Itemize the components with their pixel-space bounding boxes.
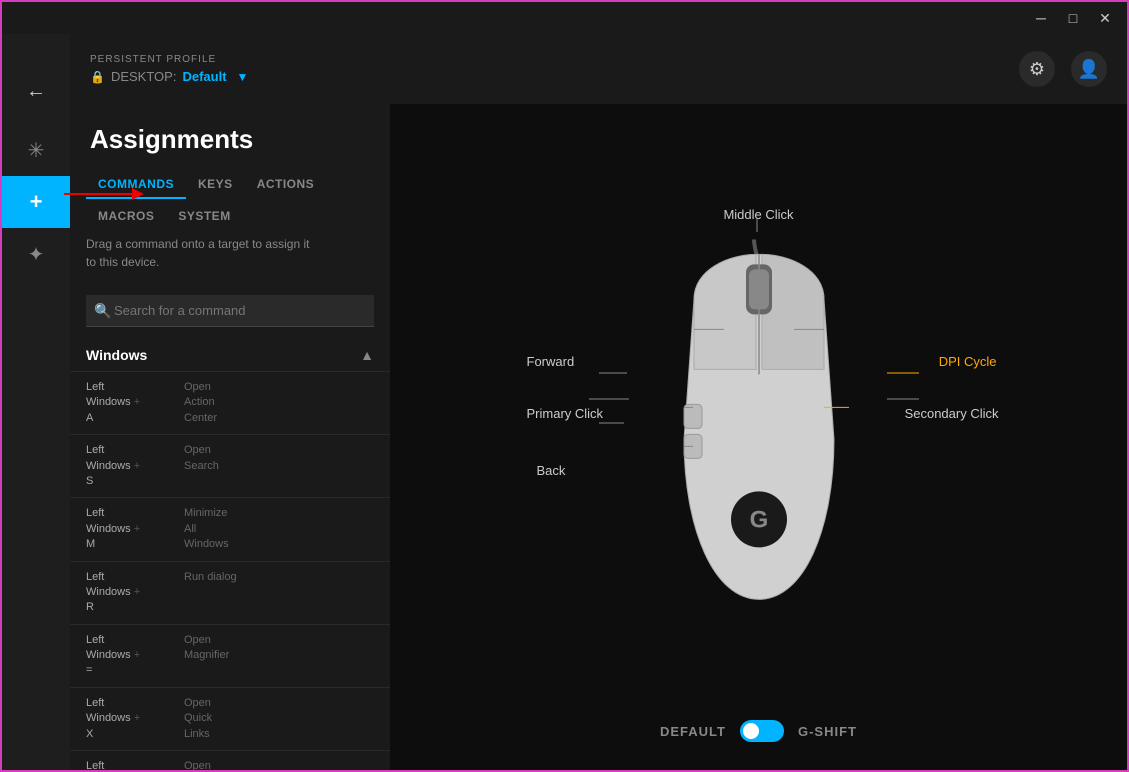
toggle-knob (743, 723, 759, 739)
sidebar-item-assignments[interactable]: + (2, 176, 70, 228)
red-arrow-indicator (64, 186, 144, 202)
desktop-selector[interactable]: 🔒 DESKTOP: Default ▼ (90, 69, 248, 84)
list-item[interactable]: LeftWindows += OpenMagnifier (70, 624, 390, 687)
windows-section-header[interactable]: Windows ▲ (70, 339, 390, 371)
forward-label: Forward (527, 354, 575, 369)
mouse-svg: G (649, 239, 869, 619)
search-icon: 🔍 (94, 303, 111, 320)
desktop-prefix-label: DESKTOP: (111, 69, 177, 84)
sidebar-item-lighting[interactable]: ✳ (2, 124, 70, 176)
command-key: LeftWindows +M (86, 506, 176, 552)
command-action: OpenSearch (184, 443, 374, 474)
list-item[interactable]: LeftWindows +S OpenSearch (70, 434, 390, 497)
lock-icon: 🔒 (90, 70, 105, 84)
persistent-profile-label: PERSISTENT PROFILE (90, 54, 248, 65)
command-action: OpenWindowsGame Bar (184, 759, 374, 770)
list-item[interactable]: LeftWindows +X OpenQuickLinks (70, 687, 390, 750)
list-item[interactable]: LeftWindows +G OpenWindowsGame Bar (70, 750, 390, 770)
close-button[interactable]: ✕ (1091, 6, 1119, 30)
command-key: LeftWindows +S (86, 443, 176, 489)
list-item[interactable]: LeftWindows +R Run dialog (70, 561, 390, 624)
mode-toggle: DEFAULT G-SHIFT (660, 720, 857, 742)
command-action: Run dialog (184, 570, 374, 585)
maximize-button[interactable]: □ (1059, 6, 1087, 30)
command-action: OpenMagnifier (184, 633, 374, 664)
right-panel: Middle Click Primary Click Secondary Cli… (390, 104, 1127, 770)
command-key: LeftWindows += (86, 633, 176, 679)
left-panel: Assignments COMMANDS KEYS ACTIONS MACROS… (70, 104, 390, 770)
command-action: OpenActionCenter (184, 380, 374, 426)
header-profile-info: PERSISTENT PROFILE 🔒 DESKTOP: Default ▼ (90, 54, 248, 84)
section-collapse-icon: ▲ (360, 347, 374, 363)
mode-toggle-switch[interactable] (740, 720, 784, 742)
sidebar-item-performance[interactable]: ✦ (2, 228, 70, 280)
header-actions: ⚙ 👤 (1019, 51, 1107, 87)
search-input[interactable] (86, 295, 374, 327)
command-key: LeftWindows +G (86, 759, 176, 770)
tab-actions[interactable]: ACTIONS (245, 171, 327, 199)
list-item[interactable]: LeftWindows +M MinimizeAllWindows (70, 497, 390, 560)
command-action: OpenQuickLinks (184, 696, 374, 742)
assignments-icon: + (30, 189, 43, 215)
tab-macros[interactable]: MACROS (86, 203, 166, 231)
lighting-icon: ✳ (28, 138, 45, 163)
chevron-down-icon: ▼ (237, 70, 249, 84)
back-button[interactable]: ← (2, 66, 70, 116)
performance-icon: ✦ (28, 242, 45, 267)
user-profile-button[interactable]: 👤 (1071, 51, 1107, 87)
drag-instruction: Drag a command onto a target to assign i… (70, 235, 390, 283)
minimize-button[interactable]: ─ (1027, 6, 1055, 30)
command-key: LeftWindows +R (86, 570, 176, 616)
sidebar: ← ✳ + ✦ (2, 34, 70, 770)
panel-title: Assignments (70, 104, 390, 171)
command-action: MinimizeAllWindows (184, 506, 374, 552)
primary-click-label: Primary Click (527, 406, 604, 421)
command-key: LeftWindows +X (86, 696, 176, 742)
dpi-cycle-label: DPI Cycle (939, 354, 997, 369)
settings-button[interactable]: ⚙ (1019, 51, 1055, 87)
svg-text:G: G (749, 506, 768, 533)
middle-click-label: Middle Click (723, 207, 793, 222)
tab-system[interactable]: SYSTEM (166, 203, 242, 231)
command-key: LeftWindows +A (86, 380, 176, 426)
search-container: 🔍 (70, 283, 390, 339)
app-header: PERSISTENT PROFILE 🔒 DESKTOP: Default ▼ … (70, 34, 1127, 104)
desktop-name-label: Default (182, 69, 226, 84)
back-label: Back (537, 463, 566, 478)
tab-row-2: MACROS SYSTEM (70, 203, 390, 231)
default-mode-label: DEFAULT (660, 724, 726, 739)
secondary-click-label: Secondary Click (905, 406, 999, 421)
titlebar: ─ □ ✕ (2, 2, 1127, 34)
section-title-windows: Windows (86, 347, 147, 363)
list-item[interactable]: LeftWindows +A OpenActionCenter (70, 371, 390, 434)
gshift-mode-label: G-SHIFT (798, 724, 857, 739)
mouse-diagram: Middle Click Primary Click Secondary Cli… (509, 177, 1009, 697)
tab-keys[interactable]: KEYS (186, 171, 245, 199)
